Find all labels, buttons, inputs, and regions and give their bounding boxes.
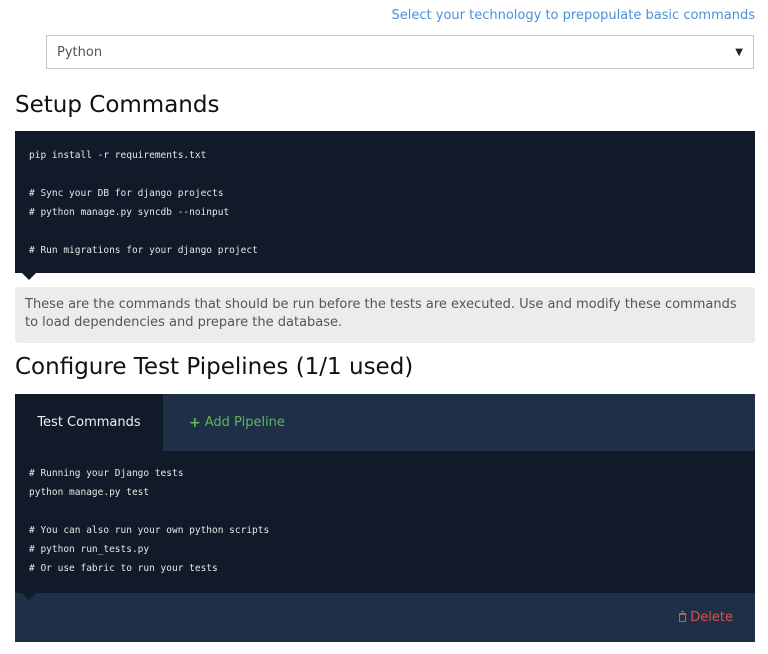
delete-pipeline-button[interactable]: Delete xyxy=(679,610,733,625)
test-editor-pointer xyxy=(22,593,36,600)
test-commands-code[interactable]: # Running your Django tests python manag… xyxy=(29,464,741,578)
test-pipelines-title: Configure Test Pipelines (1/1 used) xyxy=(15,354,414,380)
technology-select[interactable]: Python ▼ xyxy=(46,35,754,69)
test-commands-editor[interactable]: # Running your Django tests python manag… xyxy=(15,451,755,593)
setup-commands-editor[interactable]: pip install -r requirements.txt # Sync y… xyxy=(15,131,755,273)
setup-commands-note: These are the commands that should be ru… xyxy=(15,287,755,343)
setup-commands-code[interactable]: pip install -r requirements.txt # Sync y… xyxy=(29,146,741,260)
technology-select-value: Python xyxy=(57,44,103,60)
test-pipelines-panel: Test Commands + Add Pipeline # Running y… xyxy=(15,394,755,642)
setup-commands-title: Setup Commands xyxy=(15,92,220,118)
technology-hint: Select your technology to prepopulate ba… xyxy=(391,8,755,23)
tab-test-commands[interactable]: Test Commands xyxy=(15,394,163,451)
trash-icon xyxy=(679,611,687,622)
add-pipeline-button[interactable]: + Add Pipeline xyxy=(189,394,285,451)
pipeline-tabs: Test Commands + Add Pipeline xyxy=(15,394,755,451)
plus-icon: + xyxy=(189,414,201,431)
setup-editor-pointer xyxy=(22,273,36,280)
delete-label: Delete xyxy=(690,610,733,625)
add-pipeline-label: Add Pipeline xyxy=(204,415,285,430)
caret-down-icon: ▼ xyxy=(735,46,743,58)
